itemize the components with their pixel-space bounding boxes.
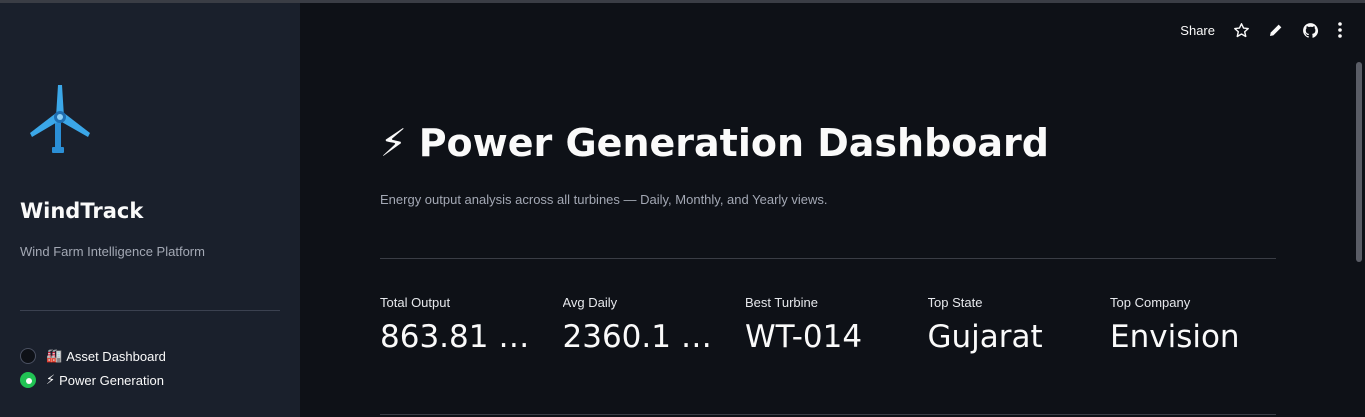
metric-label: Top State xyxy=(927,295,983,310)
more-options-icon[interactable] xyxy=(1337,20,1343,40)
lightning-icon: ⚡ xyxy=(46,372,56,387)
metric-value: Gujarat xyxy=(927,319,1043,355)
app-brand: WindTrack xyxy=(20,199,144,223)
metric-total-output: Total Output 863.81 G… xyxy=(380,295,563,355)
nav-radio-power-generation[interactable]: ⚡ Power Generation xyxy=(20,370,164,390)
edit-pencil-icon[interactable] xyxy=(1268,20,1284,40)
metric-value: 863.81 G… xyxy=(380,319,548,355)
metric-best-turbine: Best Turbine WT-014 xyxy=(745,295,928,355)
factory-icon: 🏭 xyxy=(46,348,63,363)
page-subtitle: Energy output analysis across all turbin… xyxy=(380,192,828,207)
metric-label: Avg Daily xyxy=(562,295,618,310)
radio-selected-icon[interactable] xyxy=(20,372,36,388)
sidebar-divider xyxy=(20,310,280,311)
metric-top-company: Top Company Envision xyxy=(1110,295,1293,355)
metric-label: Top Company xyxy=(1110,295,1191,310)
nav-label-asset-dashboard: Asset Dashboard xyxy=(66,348,166,364)
page-title: ⚡ Power Generation Dashboard xyxy=(380,121,1049,165)
metric-label: Total Output xyxy=(380,295,451,310)
metric-avg-daily: Avg Daily 2360.1 M… xyxy=(563,295,746,355)
page-title-text: Power Generation Dashboard xyxy=(418,121,1049,165)
main-content: ⚡ Power Generation Dashboard Energy outp… xyxy=(300,3,1353,417)
metric-value: 2360.1 M… xyxy=(562,319,731,355)
star-icon[interactable] xyxy=(1233,20,1250,40)
metric-value: WT-014 xyxy=(745,319,863,355)
metric-top-state: Top State Gujarat xyxy=(928,295,1111,355)
sidebar: WindTrack Wind Farm Intelligence Platfor… xyxy=(0,3,300,417)
metric-label: Best Turbine xyxy=(745,295,818,310)
section-divider xyxy=(380,414,1276,415)
scrollbar[interactable] xyxy=(1356,62,1362,262)
wind-turbine-icon xyxy=(26,83,94,159)
metrics-row: Total Output 863.81 G… Avg Daily 2360.1 … xyxy=(380,295,1293,355)
app-tagline: Wind Farm Intelligence Platform xyxy=(20,244,205,259)
github-icon[interactable] xyxy=(1302,20,1319,40)
section-divider xyxy=(380,258,1276,259)
nav-label-power-generation: Power Generation xyxy=(59,372,164,388)
radio-unselected-icon[interactable] xyxy=(20,348,36,364)
share-button[interactable]: Share xyxy=(1180,20,1215,40)
nav-radio-asset-dashboard[interactable]: 🏭 Asset Dashboard xyxy=(20,346,166,366)
lightning-icon: ⚡ xyxy=(380,121,407,165)
metric-value: Envision xyxy=(1110,319,1240,355)
top-toolbar: Share xyxy=(1180,20,1343,40)
